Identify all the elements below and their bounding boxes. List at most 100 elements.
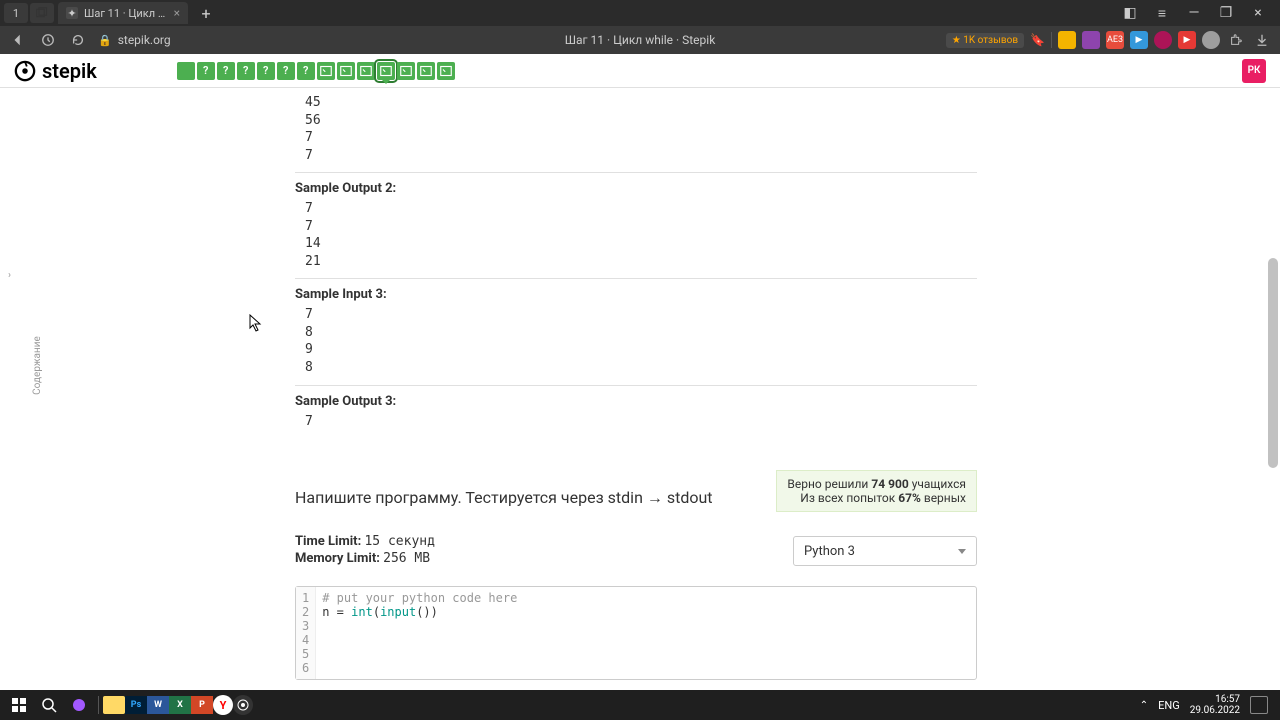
yandex-icon[interactable]: Y [213, 695, 233, 715]
tab-close-icon[interactable]: × [174, 6, 180, 20]
stats-box: Верно решили 74 900 учащихся Из всех поп… [776, 470, 977, 512]
limits-row: Time Limit: 15 секунд Memory Limit: 256 … [295, 534, 977, 568]
language-select[interactable]: Python 3 [793, 536, 977, 566]
lesson-content: 45 56 7 7 Sample Output 2: 7 7 14 21 Sam… [295, 88, 977, 690]
tab-windows-button[interactable] [30, 3, 54, 23]
extension-icon-2[interactable] [1082, 31, 1100, 49]
windows-taskbar: Ps W X P Y ⌃ ENG 16:57 29.06.2022 [0, 690, 1280, 720]
stat-solved: Верно решили 74 900 учащихся [787, 477, 966, 491]
sidebar-toggle-btn[interactable]: ◧ [1120, 3, 1140, 23]
explorer-icon[interactable] [103, 696, 125, 714]
step-3-quiz[interactable] [217, 62, 235, 80]
search-button[interactable] [34, 692, 64, 718]
step-7-quiz[interactable] [297, 62, 315, 80]
scrollbar-thumb[interactable] [1268, 258, 1278, 468]
step-12-code[interactable] [397, 62, 415, 80]
sample-output-3-label: Sample Output 3: [295, 394, 977, 409]
user-avatar[interactable]: РК [1242, 59, 1266, 83]
obs-icon[interactable] [233, 695, 253, 715]
code-editor[interactable]: 123456 # put your python code here n = i… [295, 586, 977, 680]
powerpoint-icon[interactable]: P [191, 696, 213, 714]
window-maximize[interactable]: ❐ [1216, 3, 1236, 23]
stat-attempts: Из всех попыток 67% верных [787, 491, 966, 505]
extension-icon-5[interactable] [1154, 31, 1172, 49]
step-10-code[interactable] [357, 62, 375, 80]
sample-line: 7 [295, 129, 977, 147]
sample-input-2-block: 45 56 7 7 [295, 94, 977, 173]
sample-line: 7 [295, 200, 977, 218]
excel-icon[interactable]: X [169, 696, 191, 714]
step-13-code[interactable] [417, 62, 435, 80]
sample-input-3-block: Sample Input 3: 7 8 9 8 [295, 287, 977, 385]
browser-tab-active[interactable]: ✦ Шаг 11 · Цикл while · St × [58, 2, 188, 24]
step-14-code[interactable] [437, 62, 455, 80]
sample-line: 8 [295, 359, 977, 377]
step-4-quiz[interactable] [237, 62, 255, 80]
menu-button[interactable]: ≡ [1152, 3, 1172, 23]
step-2-quiz[interactable] [197, 62, 215, 80]
sample-line: 21 [295, 253, 977, 271]
nav-back-button[interactable] [8, 30, 28, 50]
sample-line: 7 [295, 413, 977, 431]
extension-ae-icon[interactable]: AE3 [1106, 31, 1124, 49]
tab-title: Шаг 11 · Цикл while · St [84, 7, 168, 20]
url-text: stepik.org [118, 33, 171, 47]
tray-expand-icon[interactable]: ⌃ [1140, 700, 1148, 711]
step-5-quiz[interactable] [257, 62, 275, 80]
memory-limit: Memory Limit: 256 MB [295, 551, 435, 566]
extension-icon-4[interactable]: ▶ [1130, 31, 1148, 49]
site-header: stepik РК [0, 54, 1280, 88]
sample-line: 9 [295, 341, 977, 359]
sample-input-3-label: Sample Input 3: [295, 287, 977, 302]
content-scroll: 45 56 7 7 Sample Output 2: 7 7 14 21 Sam… [20, 88, 1280, 690]
sample-line: 45 [295, 94, 977, 112]
clock[interactable]: 16:57 29.06.2022 [1190, 694, 1240, 716]
extension-icon-1[interactable] [1058, 31, 1076, 49]
downloads-button[interactable] [1252, 30, 1272, 50]
sample-line: 8 [295, 324, 977, 342]
keyboard-language[interactable]: ENG [1158, 699, 1180, 712]
window-minimize[interactable]: — [1184, 3, 1204, 23]
step-11-code-active[interactable] [377, 62, 395, 80]
time-machine-button[interactable] [38, 30, 58, 50]
tab-counter[interactable]: 1 [4, 3, 28, 23]
word-icon[interactable]: W [147, 696, 169, 714]
brand-text: stepik [42, 59, 97, 83]
limits: Time Limit: 15 секунд Memory Limit: 256 … [295, 534, 435, 568]
sample-output-2-label: Sample Output 2: [295, 181, 977, 196]
page-title-center: Шаг 11 · Цикл while · Stepik [565, 33, 716, 47]
notifications-icon[interactable] [1250, 696, 1268, 714]
code-area[interactable]: # put your python code here n = int(inpu… [316, 587, 523, 679]
stepik-logo[interactable]: stepik [14, 59, 97, 83]
address-bar[interactable]: 🔒 stepik.org [98, 33, 936, 47]
lock-icon: 🔒 [98, 34, 112, 47]
photoshop-icon[interactable]: Ps [125, 696, 147, 714]
cortana-button[interactable] [64, 692, 94, 718]
task-title: Напишите программу. Тестируется через st… [295, 488, 713, 508]
lesson-steps [177, 62, 455, 80]
browser-tab-strip: 1 ✦ Шаг 11 · Цикл while · St × + ◧ ≡ — ❐… [0, 0, 1280, 26]
sample-line: 56 [295, 112, 977, 130]
window-close[interactable]: × [1248, 3, 1268, 23]
sample-line: 7 [295, 147, 977, 165]
new-tab-button[interactable]: + [196, 3, 216, 23]
step-9-code[interactable] [337, 62, 355, 80]
step-6-quiz[interactable] [277, 62, 295, 80]
step-1[interactable] [177, 62, 195, 80]
sample-line: 7 [295, 218, 977, 236]
step-8-code[interactable] [317, 62, 335, 80]
start-button[interactable] [4, 692, 34, 718]
sample-line: 14 [295, 235, 977, 253]
sidebar-expand-chevron[interactable]: › [8, 270, 11, 281]
sample-line: 7 [295, 306, 977, 324]
bookmark-icon[interactable]: 🔖 [1030, 33, 1045, 47]
task-header-row: Напишите программу. Тестируется через st… [295, 488, 977, 512]
extensions-button[interactable] [1226, 30, 1246, 50]
sample-output-3-block: Sample Output 3: 7 [295, 394, 977, 439]
extension-icon-7[interactable] [1202, 31, 1220, 49]
tab-favicon: ✦ [66, 7, 78, 19]
extension-icon-6[interactable]: ▶ [1178, 31, 1196, 49]
reload-button[interactable] [68, 30, 88, 50]
scrollbar-track[interactable] [1268, 88, 1278, 688]
reviews-badge[interactable]: ★ 1K отзывов [946, 33, 1024, 48]
